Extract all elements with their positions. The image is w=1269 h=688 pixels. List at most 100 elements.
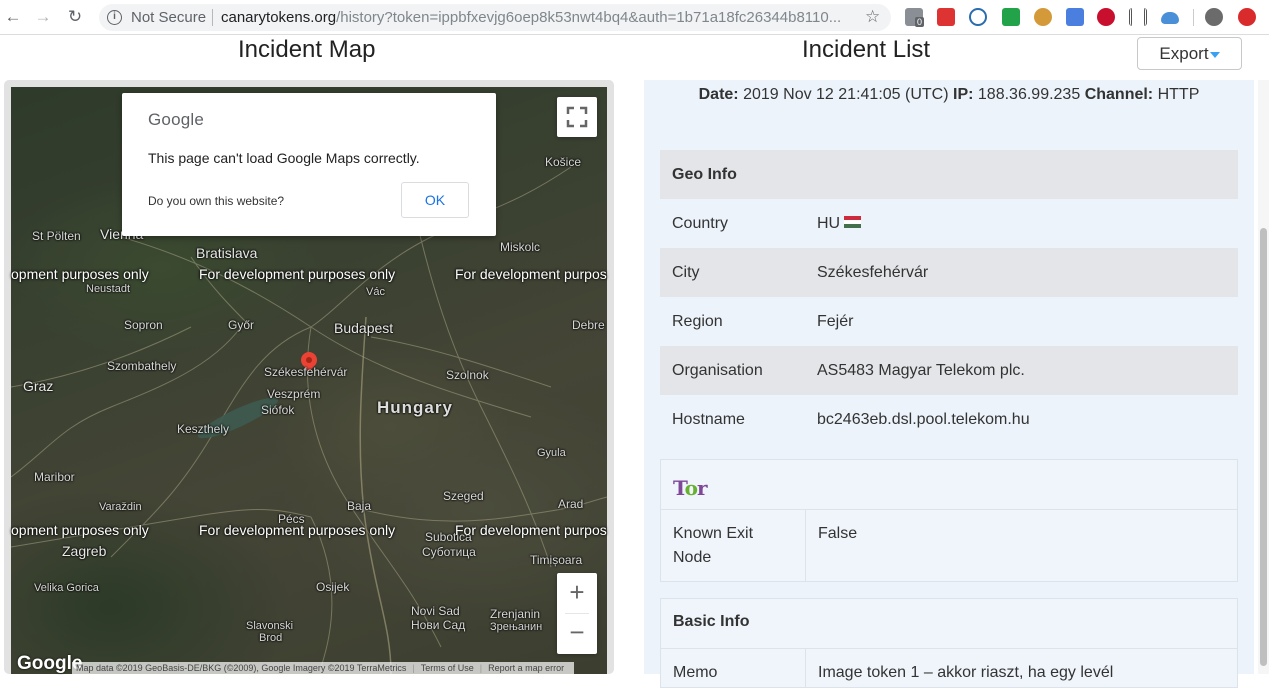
basic-row-memo: Memo Image token 1 – akkor riaszt, ha eg… (661, 648, 1237, 688)
tor-row-exit-node: Known Exit Node False (661, 509, 1237, 582)
tor-key: Known Exit Node (673, 525, 754, 566)
geo-key: Organisation (672, 362, 763, 379)
url-host: canarytokens.org (221, 9, 337, 26)
place-label: Zagreb (62, 543, 107, 559)
place-label: Budapest (334, 320, 394, 336)
place-label: Győr (228, 318, 255, 332)
place-label: St Pölten (32, 229, 81, 243)
geo-row-region: Region Fejér (660, 297, 1238, 346)
place-label: Osijek (316, 580, 350, 594)
dev-watermark: For development purposes only (199, 266, 396, 282)
report-link[interactable]: Report a map error (488, 663, 564, 673)
place-label: Slavonski (246, 620, 294, 632)
fullscreen-button[interactable] (557, 97, 597, 137)
ip-value: 188.36.99.235 (977, 86, 1081, 103)
place-label: Sopron (124, 318, 163, 332)
date-value: 2019 Nov 12 21:41:05 (UTC) (743, 86, 949, 103)
caret-down-icon (1209, 51, 1220, 58)
extension-translate-icon[interactable] (1066, 8, 1084, 26)
place-label: Neustadt (86, 283, 131, 295)
dev-watermark: opment purposes only (11, 522, 149, 538)
reload-icon[interactable]: ↻ (64, 6, 86, 28)
geo-row-organisation: Organisation AS5483 Magyar Telekom plc. (660, 346, 1238, 395)
tor-logo: Tor (673, 476, 707, 500)
bookmark-star-icon[interactable]: ☆ (865, 7, 880, 27)
incident-summary: Date: 2019 Nov 12 21:41:05 (UTC) IP: 188… (644, 86, 1254, 104)
basic-info-heading: Basic Info (673, 613, 750, 630)
profile-avatar[interactable] (1205, 8, 1223, 26)
extension-audio-icon[interactable] (1129, 8, 1147, 26)
extension-shield-icon[interactable]: 0 (905, 8, 925, 27)
date-label: Date: (698, 86, 739, 103)
place-label: Zrenjanin (490, 607, 541, 621)
dev-watermark: opment purposes only (11, 266, 149, 282)
geo-row-city: City Székesfehérvár (660, 248, 1238, 297)
forward-arrow-icon[interactable]: → (32, 6, 54, 28)
place-label: Gyula (537, 447, 566, 459)
geo-key: Hostname (672, 411, 745, 428)
country-code: HU (817, 215, 841, 232)
geo-key: City (672, 264, 700, 281)
info-icon[interactable]: i (107, 10, 122, 25)
url-path: /history?token=ippbfxevjg6oep8k53nwt4bq4… (336, 9, 842, 26)
geo-row-country: Country HU (660, 199, 1238, 248)
tor-value: False (818, 525, 858, 542)
channel-value: HTTP (1157, 86, 1200, 103)
place-label: Veszprém (267, 387, 321, 401)
back-arrow-icon[interactable]: ← (2, 6, 24, 28)
place-label: Szombathely (107, 359, 177, 373)
place-label: Varaždin (99, 501, 142, 513)
extension-badge: 0 (915, 17, 925, 27)
fullscreen-icon (566, 106, 588, 128)
place-label: Siófok (261, 403, 295, 417)
extension-download-icon[interactable] (1002, 8, 1020, 26)
place-label: Szeged (443, 489, 484, 503)
map-heading: Incident Map (238, 36, 376, 63)
zoom-in-button[interactable]: + (557, 573, 597, 613)
terms-link[interactable]: Terms of Use (421, 663, 474, 673)
tor-section: Tor Known Exit Node False (660, 459, 1238, 582)
export-button[interactable]: Export (1137, 37, 1242, 70)
geo-value: HU (817, 199, 862, 248)
place-label: Суботица (422, 545, 476, 559)
hungary-flag-icon (844, 216, 862, 229)
geo-value: Székesfehérvár (817, 264, 929, 281)
place-label: Vác (366, 286, 385, 298)
attribution-text: Map data ©2019 GeoBasis-DE/BKG (©2009), … (76, 663, 407, 673)
list-heading: Incident List (802, 36, 931, 63)
place-label: Szolnok (446, 368, 489, 382)
zoom-out-button[interactable]: − (557, 613, 597, 653)
place-label: Debre (572, 318, 605, 332)
extension-lastpass-icon[interactable] (937, 8, 955, 26)
place-label: Maribor (34, 470, 75, 484)
geo-key: Country (672, 215, 729, 232)
place-label: Baja (347, 499, 372, 513)
country-label: Hungary (377, 398, 453, 417)
geo-key: Region (672, 313, 723, 330)
place-label: Arad (558, 497, 584, 511)
place-label: Košice (545, 155, 582, 169)
scrollbar-thumb[interactable] (1260, 228, 1267, 666)
url-text[interactable]: canarytokens.org/history?token=ippbfxevj… (221, 9, 851, 26)
security-label[interactable]: Not Secure (131, 9, 206, 26)
dialog-ok-button[interactable]: OK (401, 182, 469, 218)
ip-label: IP: (953, 86, 974, 103)
extension-cloud-icon[interactable] (1161, 12, 1179, 24)
place-label: Timișoara (530, 553, 583, 567)
toolbar-divider (1193, 9, 1194, 26)
dev-watermark: For development purposes only (199, 522, 396, 538)
address-bar[interactable]: i Not Secure canarytokens.org/history?to… (99, 4, 891, 31)
place-label: Keszthely (177, 422, 230, 436)
extension-av-icon[interactable] (1097, 8, 1115, 26)
extension-cookie-icon[interactable] (1034, 8, 1052, 26)
address-divider (212, 9, 213, 26)
update-arrow-icon[interactable] (1238, 8, 1256, 26)
extension-privacy-icon[interactable] (969, 8, 987, 26)
place-label: Graz (23, 378, 54, 394)
map-attribution: Map data ©2019 GeoBasis-DE/BKG (©2009), … (72, 662, 575, 674)
place-label: Velika Gorica (34, 582, 99, 594)
dialog-message: This page can't load Google Maps correct… (148, 150, 420, 166)
place-label: Székesfehérvár (264, 365, 348, 379)
dev-watermark: For development purpos (455, 522, 607, 538)
column-divider (805, 649, 806, 688)
